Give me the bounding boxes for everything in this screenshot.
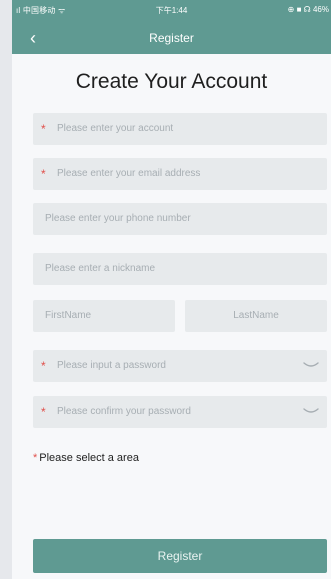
confirm-password-placeholder: Please confirm your password: [57, 406, 191, 417]
nickname-placeholder: Please enter a nickname: [45, 263, 156, 274]
left-bezel: [0, 0, 12, 579]
last-name-placeholder: LastName: [233, 310, 279, 321]
top-bar: ıl 中国移动 ᯤ 下午1:44 ⊕ ■ ☊ 46% ‹ Register: [12, 0, 331, 54]
required-mark: *: [33, 452, 38, 464]
email-placeholder: Please enter your email address: [57, 168, 201, 179]
nav-title: Register: [149, 31, 194, 45]
eye-closed-icon[interactable]: [303, 407, 319, 417]
account-placeholder: Please enter your account: [57, 123, 174, 134]
page-title: Create Your Account: [75, 70, 268, 93]
status-bar: ıl 中国移动 ᯤ 下午1:44 ⊕ ■ ☊ 46%: [12, 0, 331, 20]
phone-field[interactable]: Please enter your phone number: [33, 203, 327, 235]
eye-closed-icon[interactable]: [303, 361, 319, 371]
last-name-field[interactable]: LastName: [185, 300, 327, 332]
nav-bar: ‹ Register: [12, 24, 331, 52]
status-indicators: ⊕ ■ ☊ 46%: [287, 5, 329, 14]
password-field[interactable]: * Please input a password: [33, 350, 327, 382]
password-placeholder: Please input a password: [57, 360, 166, 371]
phone-placeholder: Please enter your phone number: [45, 213, 191, 224]
first-name-placeholder: FirstName: [45, 310, 92, 321]
account-field[interactable]: * Please enter your account: [33, 113, 327, 145]
status-time: 下午1:44: [155, 6, 188, 15]
required-mark: *: [41, 405, 46, 419]
area-label: Please select a area: [39, 452, 139, 464]
confirm-password-field[interactable]: * Please confirm your password: [33, 396, 327, 428]
area-selector[interactable]: * Please select a area: [33, 452, 139, 464]
register-button[interactable]: Register: [33, 539, 327, 573]
first-name-field[interactable]: FirstName: [33, 300, 175, 332]
required-mark: *: [41, 122, 46, 136]
required-mark: *: [41, 359, 46, 373]
email-field[interactable]: * Please enter your email address: [33, 158, 327, 190]
required-mark: *: [41, 167, 46, 181]
nickname-field[interactable]: Please enter a nickname: [33, 253, 327, 285]
